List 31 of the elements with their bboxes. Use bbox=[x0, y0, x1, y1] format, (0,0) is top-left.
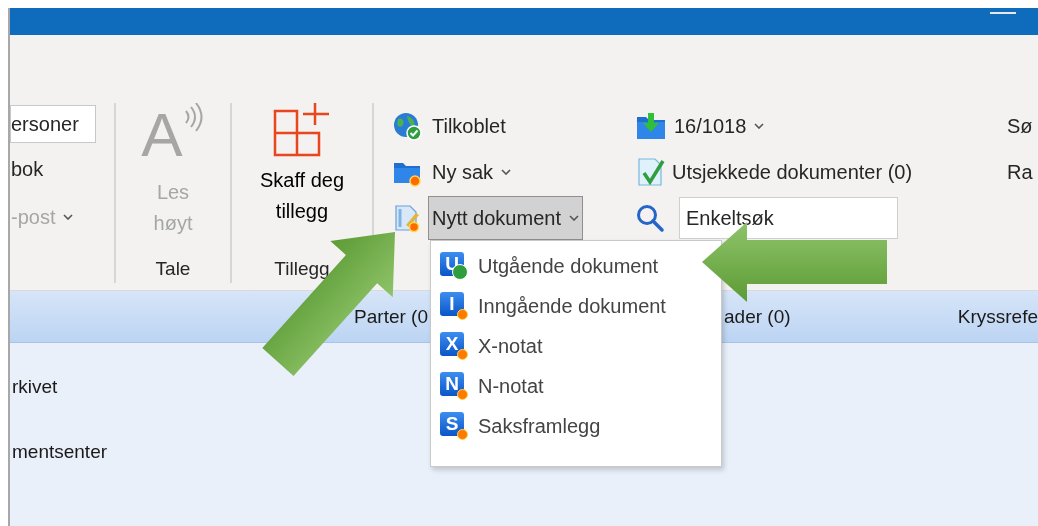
globe-icon bbox=[392, 111, 422, 141]
read-aloud-icon: A bbox=[141, 103, 205, 173]
ribbon-button[interactable]: 16/1018 bbox=[673, 104, 769, 148]
checklist-icon bbox=[635, 157, 665, 187]
ribbon-button[interactable]: Sø bbox=[1007, 114, 1033, 138]
column-header[interactable]: Kryssrefe bbox=[957, 305, 1038, 328]
add-grid-icon bbox=[273, 103, 331, 157]
input-field[interactable]: ersoner bbox=[10, 105, 96, 143]
ribbon-button[interactable]: Utsjekkede dokumenter (0) bbox=[671, 150, 917, 194]
ribbon-button[interactable]: Ny sak bbox=[428, 150, 516, 194]
list-item[interactable]: mentsenter bbox=[12, 441, 108, 463]
search-field[interactable]: Enkeltsøk bbox=[679, 197, 898, 239]
ribbon-button[interactable]: Nytt dokument bbox=[428, 196, 583, 240]
menu-item[interactable]: I Inngående dokument bbox=[431, 286, 668, 326]
group-label: Tale bbox=[154, 257, 192, 281]
group-label: Tillegg bbox=[273, 257, 331, 281]
menu-item[interactable]: N N-notat bbox=[431, 366, 546, 406]
get-addins-button[interactable]: Skaff deg tillegg bbox=[247, 165, 357, 227]
column-header[interactable]: ader (0) bbox=[724, 305, 791, 328]
column-header[interactable]: Parter (0 bbox=[10, 305, 428, 328]
minimize-icon[interactable] bbox=[990, 12, 1016, 14]
menu-item[interactable]: S Saksframlegg bbox=[431, 406, 603, 446]
ribbon-button[interactable]: bok bbox=[10, 147, 48, 191]
ribbon-button[interactable]: Ra bbox=[1007, 160, 1033, 184]
ribbon-button[interactable]: Tilkoblet bbox=[428, 104, 510, 148]
document-icon bbox=[392, 203, 422, 233]
search-icon bbox=[635, 203, 665, 233]
menu-item[interactable]: X X-notat bbox=[431, 326, 545, 366]
sound-waves-icon bbox=[182, 103, 205, 133]
list-item[interactable]: rkivet bbox=[12, 376, 58, 398]
folder-icon bbox=[635, 111, 667, 141]
